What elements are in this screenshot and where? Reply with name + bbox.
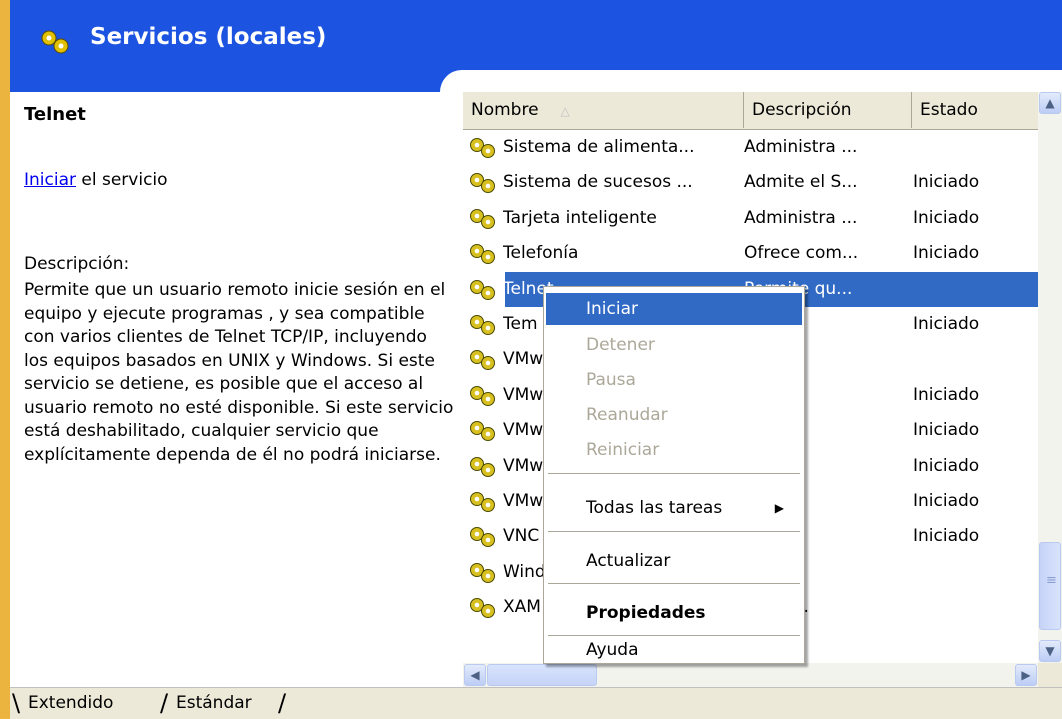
window-frame xyxy=(0,0,10,718)
table-row[interactable]: Tarjeta inteligente Administra ... Iniciad… xyxy=(463,201,1038,236)
service-description: Admite el S... xyxy=(744,172,858,193)
start-service-suffix: el servicio xyxy=(76,170,168,190)
service-state: Iniciado xyxy=(913,420,980,441)
scroll-down-button[interactable]: ▼ xyxy=(1039,640,1061,662)
tab-extended[interactable]: Extendido xyxy=(22,688,119,718)
service-description: Administra ... xyxy=(744,207,858,228)
menu-item-pause[interactable]: Pausa xyxy=(546,364,802,396)
menu-item-refresh[interactable]: Actualizar xyxy=(546,545,802,577)
service-gear-icon xyxy=(470,279,495,300)
service-state: Iniciado xyxy=(913,207,980,228)
service-gear-icon xyxy=(470,385,495,406)
extended-description-pane: Telnet Iniciar el servicio Descripción: … xyxy=(24,104,454,465)
submenu-arrow-icon: ▶ xyxy=(774,501,784,515)
service-name: Sistema de alimenta... xyxy=(503,137,695,157)
table-row[interactable]: Sistema de alimenta... Administra ... xyxy=(463,130,1038,165)
menu-item-restart[interactable]: Reiniciar xyxy=(546,434,802,466)
window-title: Servicios (locales) xyxy=(90,24,327,50)
service-name: Telefonía xyxy=(503,243,579,264)
service-name: Tarjeta inteligente xyxy=(503,207,657,228)
description-text: Permite que un usuario remoto inicie ses… xyxy=(24,280,454,465)
service-state: Iniciado xyxy=(913,243,980,264)
menu-item-start[interactable]: Iniciar xyxy=(546,293,802,325)
start-service-link[interactable]: Iniciar xyxy=(24,170,76,190)
menu-item-properties[interactable]: Propiedades xyxy=(546,597,802,629)
service-gear-icon xyxy=(470,244,495,265)
menu-item-resume[interactable]: Reanudar xyxy=(546,399,802,431)
vertical-scrollbar[interactable]: ▲ ▼ xyxy=(1038,92,1062,687)
table-row[interactable]: Sistema de sucesos ... Admite el S... Inic… xyxy=(463,165,1038,200)
service-state: Iniciado xyxy=(913,526,980,547)
scroll-left-button[interactable]: ◀ xyxy=(464,664,486,686)
menu-item-stop[interactable]: Detener xyxy=(546,329,802,361)
menu-separator xyxy=(548,583,800,584)
horizontal-scroll-thumb[interactable] xyxy=(487,664,597,686)
service-gear-icon xyxy=(470,138,495,158)
service-state: Iniciado xyxy=(913,384,980,405)
vertical-scroll-thumb[interactable] xyxy=(1039,542,1061,630)
service-gear-icon xyxy=(470,421,495,442)
tab-standard[interactable]: Estándar xyxy=(170,688,258,718)
service-gear-icon xyxy=(470,562,495,583)
service-description: Ofrece com... xyxy=(744,243,859,264)
service-name: Sistema de sucesos ... xyxy=(503,172,693,193)
service-state: Iniciado xyxy=(913,313,980,334)
service-state: Iniciado xyxy=(913,172,980,193)
menu-separator xyxy=(548,473,800,474)
service-gear-icon xyxy=(470,527,495,548)
column-header-name[interactable]: Nombre △ xyxy=(463,92,744,128)
service-state: Iniciado xyxy=(913,490,980,511)
list-header: Nombre △ Descripción Estado xyxy=(463,92,1038,130)
horizontal-scrollbar[interactable]: ◀ ▶ xyxy=(463,663,1038,687)
service-gear-icon xyxy=(470,350,495,371)
service-title: Telnet xyxy=(24,104,86,125)
content-area: Telnet Iniciar el servicio Descripción: … xyxy=(10,70,1062,687)
table-row[interactable]: Telefonía Ofrece com... Iniciado xyxy=(463,236,1038,271)
services-gears-icon xyxy=(41,30,69,54)
service-description: Administra ... xyxy=(744,137,858,157)
column-header-state[interactable]: Estado xyxy=(912,92,1038,128)
column-header-description[interactable]: Descripción xyxy=(744,92,912,128)
service-gear-icon xyxy=(470,456,495,477)
scroll-right-button[interactable]: ▶ xyxy=(1015,664,1037,686)
service-gear-icon xyxy=(470,173,495,194)
service-gear-icon xyxy=(470,314,495,335)
menu-item-all-tasks[interactable]: Todas las tareas ▶ xyxy=(546,492,802,524)
description-label: Descripción: xyxy=(24,254,130,274)
menu-separator xyxy=(548,531,800,532)
service-gear-icon xyxy=(470,491,495,512)
sort-ascending-icon: △ xyxy=(560,104,570,118)
context-menu: Iniciar Detener Pausa Reanudar Reiniciar… xyxy=(543,286,805,664)
service-gear-icon xyxy=(470,598,495,619)
view-tabs: \ Extendido / Estándar / xyxy=(10,687,1062,719)
service-state: Iniciado xyxy=(913,455,980,476)
menu-item-help[interactable]: Ayuda xyxy=(546,636,802,664)
scroll-up-button[interactable]: ▲ xyxy=(1039,92,1061,114)
service-gear-icon xyxy=(470,208,495,229)
